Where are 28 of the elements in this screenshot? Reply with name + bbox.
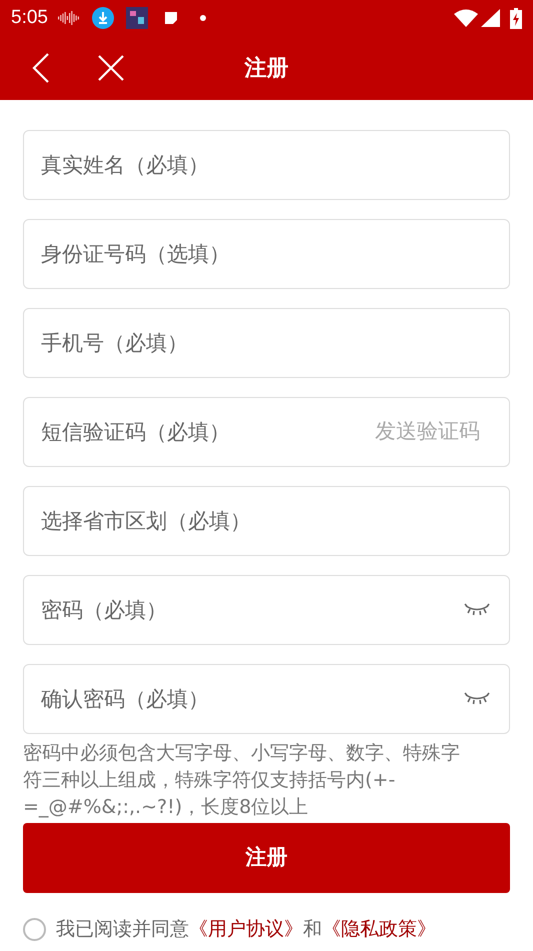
- download-icon: [92, 7, 114, 29]
- close-button[interactable]: [97, 54, 125, 82]
- back-icon: [32, 53, 50, 83]
- register-button[interactable]: 注册: [23, 823, 510, 893]
- agree-radio[interactable]: [23, 918, 46, 941]
- password-hint: 密码中必须包含大写字母、小写字母、数字、特殊字符三种以上组成，特殊字符仅支持括号内(+-=_@#%&;:,.~?!)，长度8位以上: [23, 741, 461, 820]
- battery-icon: [510, 8, 522, 28]
- input-field[interactable]: 真实姓名（必填）: [23, 130, 510, 200]
- note-icon: [164, 11, 178, 25]
- input-field[interactable]: 选择省市区划（必填）: [23, 486, 510, 556]
- status-time: 5:05: [11, 6, 48, 30]
- closed-eye-icon[interactable]: [464, 692, 490, 706]
- sound-wave-icon: [58, 10, 80, 26]
- close-icon: [97, 54, 125, 82]
- app-thumbnail-icon: [126, 7, 148, 29]
- page-title: 注册: [244, 54, 288, 82]
- signal-icon: [481, 9, 500, 27]
- user-agreement-link[interactable]: 《用户协议》: [189, 915, 303, 944]
- wifi-icon: [454, 9, 478, 27]
- agreement-text: 我已阅读并同意: [56, 917, 189, 942]
- input-field[interactable]: 确认密码（必填）: [23, 664, 510, 734]
- privacy-policy-link[interactable]: 《隐私政策》: [322, 915, 436, 944]
- dot-icon: [200, 15, 206, 21]
- input-field[interactable]: 密码（必填）: [23, 575, 510, 645]
- input-field[interactable]: 身份证号码（选填）: [23, 219, 510, 289]
- input-field[interactable]: 手机号（必填）: [23, 308, 510, 378]
- and-text: 和: [303, 917, 322, 942]
- closed-eye-icon[interactable]: [464, 603, 490, 617]
